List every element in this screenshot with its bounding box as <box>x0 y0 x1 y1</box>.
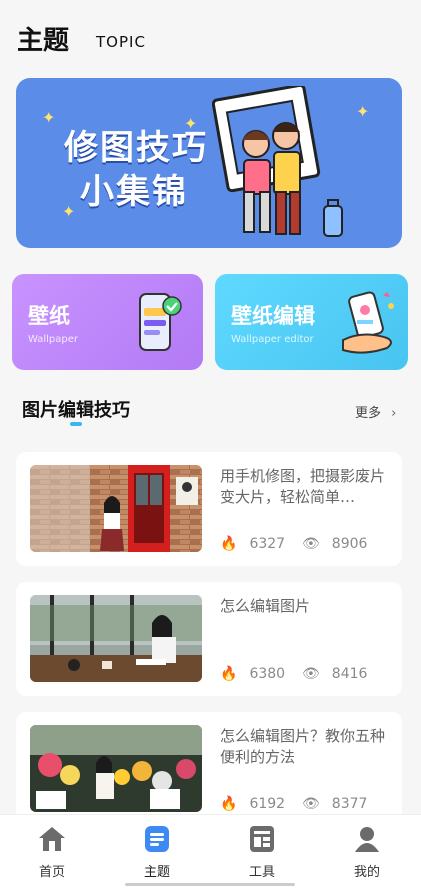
article-thumbnail <box>30 465 202 552</box>
eye-icon: 👁 <box>302 796 320 812</box>
views-value: 8906 <box>331 536 368 552</box>
tools-icon <box>250 826 274 852</box>
views-count: 👁 8416 <box>302 666 367 682</box>
card-title: 壁纸编辑 <box>231 304 315 328</box>
header: 主题 TOPIC <box>0 0 421 70</box>
likes-value: 6380 <box>249 666 286 682</box>
article-title: 怎么编辑图片 <box>220 597 311 615</box>
fire-icon: 🔥 <box>220 796 238 812</box>
article-title: 怎么编辑图片？教你五种便利的方法 <box>220 727 386 766</box>
section-title: 图片编辑技巧 <box>22 400 130 421</box>
wallpaper-card[interactable]: 壁纸 Wallpaper <box>12 274 203 370</box>
eye-icon: 👁 <box>302 536 320 552</box>
more-label: 更多 <box>355 406 382 421</box>
list-item[interactable]: 用手机修图，把摄影废片变大片，轻松简单… 🔥 6327 👁 8906 <box>16 452 402 566</box>
bottom-tab-bar: 首页 主题 工具 我的 <box>0 814 421 888</box>
banner-title-line1: 修图技巧 <box>64 128 208 168</box>
sparkle-icon: ✦ <box>42 108 56 127</box>
page-subtitle: TOPIC <box>96 33 146 51</box>
tab-label: 工具 <box>248 865 275 880</box>
article-title: 用手机修图，把摄影废片变大片，轻松简单… <box>220 467 386 506</box>
banner-title-line2: 小集锦 <box>80 172 188 212</box>
profile-icon <box>355 827 379 852</box>
views-value: 8377 <box>331 796 368 812</box>
tab-topic[interactable]: 主题 <box>117 825 197 880</box>
likes-count: 🔥 6192 <box>220 796 285 812</box>
likes-count: 🔥 6327 <box>220 536 285 552</box>
article-thumbnail <box>30 725 202 812</box>
tab-tools[interactable]: 工具 <box>222 825 302 880</box>
section-underline <box>70 422 82 426</box>
banner-illustration <box>212 86 343 237</box>
home-indicator <box>125 883 295 886</box>
tab-label: 首页 <box>38 865 65 880</box>
card-title: 壁纸 <box>28 304 70 328</box>
likes-value: 6327 <box>249 536 286 552</box>
list-item[interactable]: 怎么编辑图片 🔥 6380 👁 8416 <box>16 582 402 696</box>
fire-icon: 🔥 <box>220 536 238 552</box>
article-thumbnail <box>30 595 202 682</box>
views-count: 👁 8377 <box>302 796 367 812</box>
wallpaper-editor-card[interactable]: 壁纸编辑 Wallpaper editor <box>215 274 408 370</box>
views-count: 👁 8906 <box>302 536 367 552</box>
category-cards: 壁纸 Wallpaper 壁纸编辑 Wallpaper editor <box>12 274 408 370</box>
card-subtitle: Wallpaper <box>28 334 79 345</box>
likes-value: 6192 <box>249 796 286 812</box>
page-title: 主题 <box>17 26 70 56</box>
chevron-right-icon: › <box>391 406 397 421</box>
topic-icon <box>145 826 169 852</box>
home-icon <box>39 827 65 851</box>
list-item[interactable]: 怎么编辑图片？教你五种便利的方法 🔥 6192 👁 8377 <box>16 712 402 826</box>
tab-label: 我的 <box>353 865 380 880</box>
tab-home[interactable]: 首页 <box>12 825 92 880</box>
tab-profile[interactable]: 我的 <box>327 825 407 880</box>
more-link[interactable]: 更多 › <box>355 402 396 421</box>
views-value: 8416 <box>331 666 368 682</box>
promo-banner[interactable]: ✦ ✦ ✦ ✦ 修图技巧 小集锦 <box>16 78 402 248</box>
eye-icon: 👁 <box>302 666 320 682</box>
sparkle-icon: ✦ <box>62 202 76 221</box>
hand-phone-icon <box>342 291 394 354</box>
fire-icon: 🔥 <box>220 666 238 682</box>
likes-count: 🔥 6380 <box>220 666 285 682</box>
phone-check-icon <box>139 293 182 351</box>
tab-label: 主题 <box>143 865 170 880</box>
card-subtitle: Wallpaper editor <box>231 334 314 345</box>
